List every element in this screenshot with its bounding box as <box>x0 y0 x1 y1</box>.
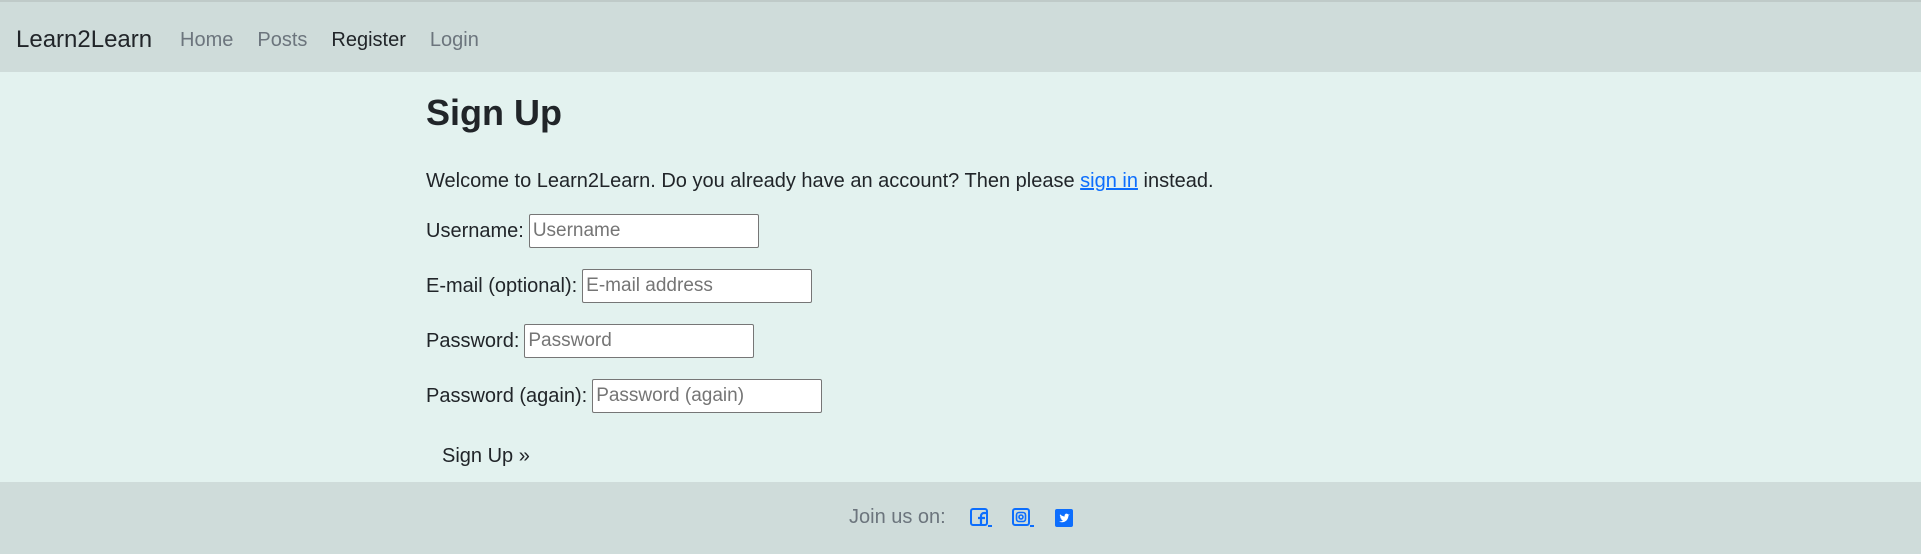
twitter-icon[interactable] <box>1054 508 1074 528</box>
intro-text: Welcome to Learn2Learn. Do you already h… <box>426 168 1214 194</box>
footer-social: Join us on: <box>849 506 1096 529</box>
footer-join-text: Join us on: <box>849 506 946 528</box>
nav-register[interactable]: Register <box>331 28 405 52</box>
nav-posts[interactable]: Posts <box>257 28 307 52</box>
brand-link[interactable]: Learn2Learn <box>16 26 152 54</box>
password-input[interactable] <box>524 324 755 358</box>
footer: Join us on: <box>0 482 1921 554</box>
password-label: Password: <box>426 329 520 352</box>
email-label: E-mail (optional): <box>426 274 578 297</box>
intro-text-before: Welcome to Learn2Learn. Do you already h… <box>426 170 1081 192</box>
password-row: Password: <box>426 324 755 358</box>
nav-login[interactable]: Login <box>430 28 479 52</box>
username-label: Username: <box>426 219 524 242</box>
username-row: Username: <box>426 214 759 248</box>
page-title: Sign Up <box>426 92 562 133</box>
intro-text-after: instead. <box>1137 170 1214 192</box>
password-again-label: Password (again): <box>426 384 588 407</box>
facebook-icon[interactable] <box>969 507 992 528</box>
username-input[interactable] <box>528 214 759 248</box>
sign-up-button[interactable]: Sign Up » <box>442 445 530 468</box>
sign-in-link[interactable]: sign in <box>1080 170 1138 192</box>
nav-links: Home Posts Register Login <box>180 28 503 52</box>
instagram-icon[interactable] <box>1011 507 1034 528</box>
password-again-row: Password (again): <box>426 379 823 413</box>
nav-home[interactable]: Home <box>180 28 233 52</box>
navbar: Learn2Learn Home Posts Register Login <box>0 0 1921 72</box>
email-input[interactable] <box>582 269 813 303</box>
email-row: E-mail (optional): <box>426 269 813 303</box>
password-again-input[interactable] <box>592 379 823 413</box>
